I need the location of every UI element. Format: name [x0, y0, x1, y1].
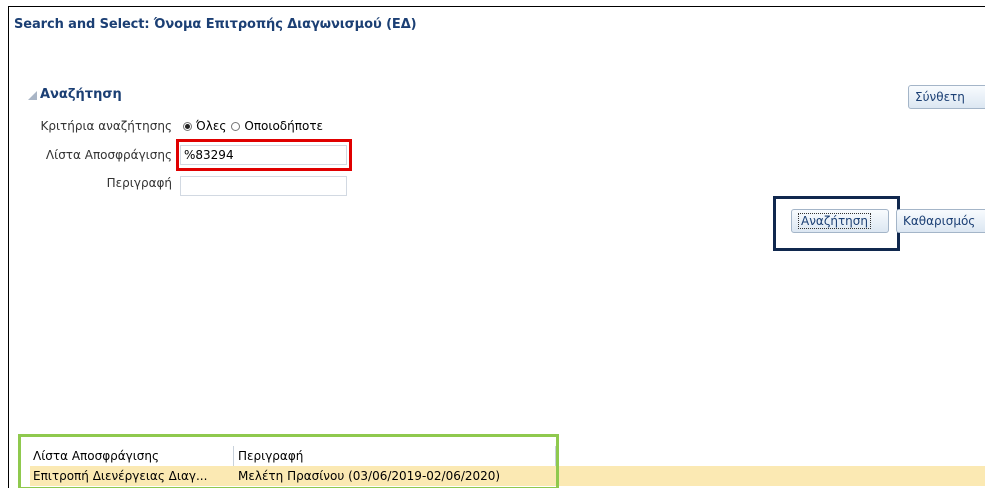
description-label: Περιγραφή: [106, 176, 172, 190]
radio-any[interactable]: [231, 121, 241, 131]
criteria-radio-group: Όλες Οποιοδήποτε: [183, 119, 328, 133]
advanced-button[interactable]: Σύνθετη: [908, 85, 985, 109]
radio-all[interactable]: [183, 121, 192, 131]
criteria-label: Κριτήρια αναζήτησης: [40, 119, 172, 133]
clear-button[interactable]: Καθαρισμός: [896, 209, 985, 233]
radio-any-label[interactable]: Οποιοδήποτε: [244, 119, 323, 133]
search-button-highlight-box: [773, 196, 900, 251]
search-section-toggle[interactable]: Αναζήτηση: [28, 87, 122, 102]
search-section-label: Αναζήτηση: [40, 87, 122, 102]
search-select-dialog: Search and Select: Όνομα Επιτροπής Διαγω…: [0, 0, 985, 488]
dialog-title: Search and Select: Όνομα Επιτροπής Διαγω…: [14, 17, 417, 32]
radio-all-label[interactable]: Όλες: [196, 119, 226, 133]
description-input[interactable]: [180, 176, 347, 196]
disclosure-triangle-icon: [28, 90, 37, 100]
input-highlight-box: [176, 139, 352, 171]
result-highlight-box: [18, 434, 559, 488]
list-label: Λίστα Αποσφράγισης: [45, 148, 172, 162]
